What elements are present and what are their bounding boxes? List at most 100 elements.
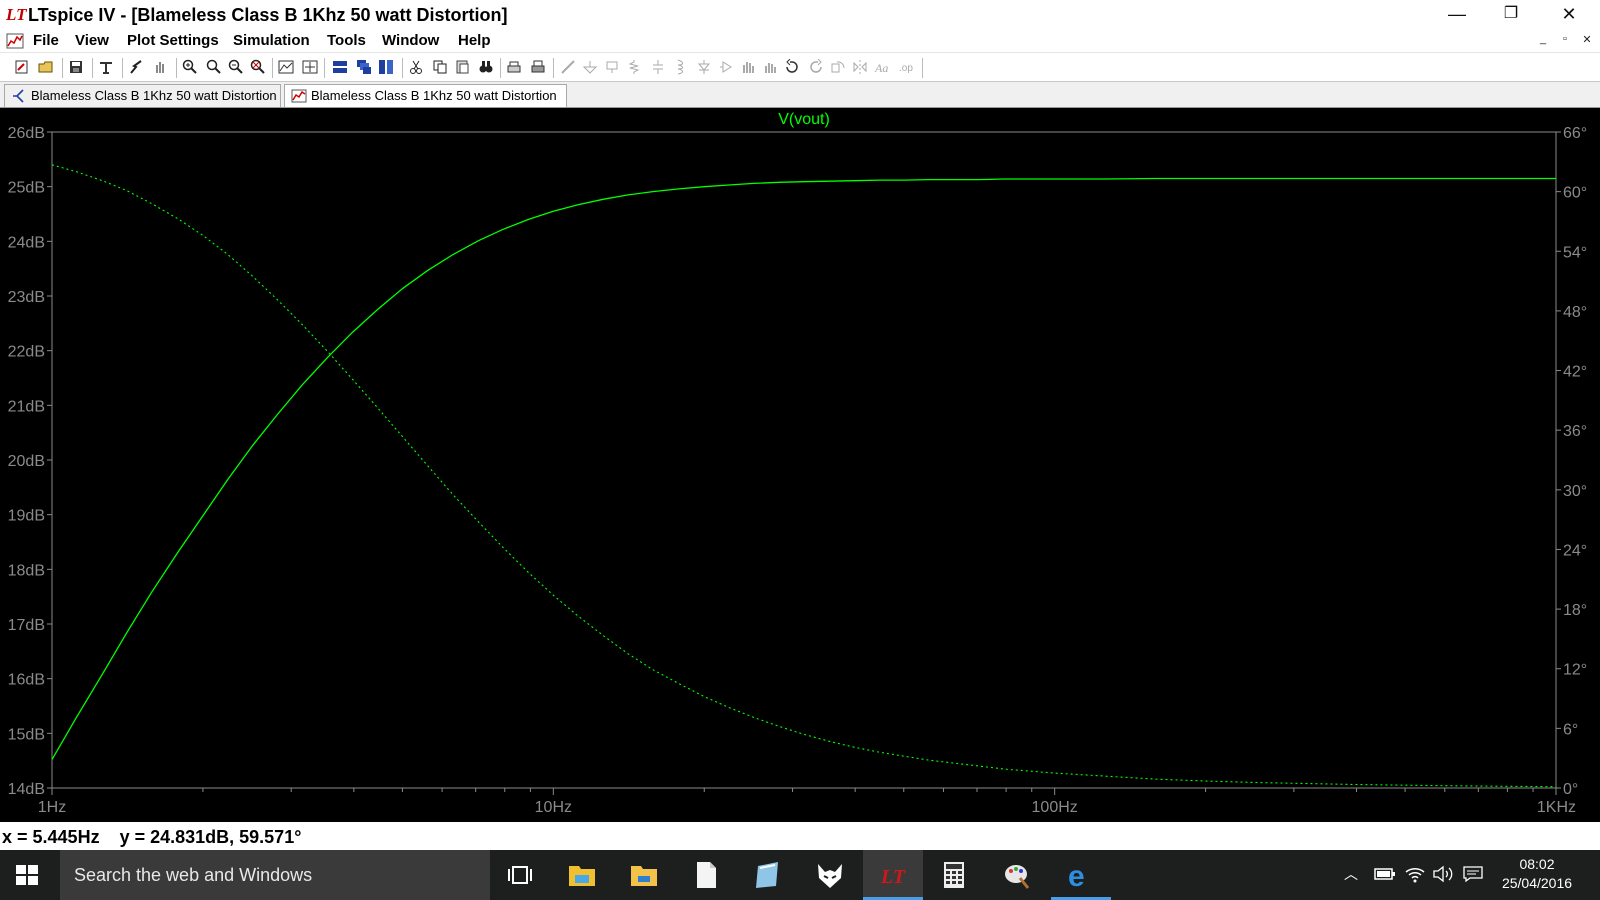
battery-icon[interactable] bbox=[1374, 866, 1396, 882]
restore-button[interactable]: ❐ bbox=[1488, 0, 1534, 30]
y-axis-left: 26dB 25dB 24dB 23dB 22dB 21dB 20dB 19dB 18dB 17dB… bbox=[8, 125, 52, 798]
menu-file[interactable]: File bbox=[33, 32, 59, 49]
waveform-plot[interactable]: V(vout) 26dB 25dB 24dB 23dB 22dB 21dB 20dB 19dB… bbox=[0, 108, 1600, 822]
y-axis-right: 66° 60° 54° 48° 42° 36° 30° 24° 18° 12° 6° 0° bbox=[1556, 125, 1587, 798]
tab-schematic[interactable]: Blameless Class B 1Khz 50 watt Distortio… bbox=[4, 84, 281, 107]
title-bar: LT LTspice IV - [Blameless Class B 1Khz … bbox=[0, 0, 1600, 30]
edge-icon[interactable]: e bbox=[1060, 858, 1100, 892]
trace-label-vout[interactable]: V(vout) bbox=[778, 111, 830, 128]
halt-icon[interactable] bbox=[152, 59, 168, 75]
toolbar: Aa .op bbox=[0, 52, 1600, 82]
x-tick-label: 1KHz bbox=[1537, 799, 1576, 816]
waveform-document-icon[interactable] bbox=[6, 32, 24, 50]
windows-start-icon[interactable] bbox=[16, 865, 38, 885]
copy-icon[interactable] bbox=[432, 59, 448, 75]
file-explorer-icon[interactable] bbox=[562, 858, 602, 892]
y-tick-label: 16dB bbox=[8, 672, 45, 689]
x-tick-label: 100Hz bbox=[1032, 799, 1078, 816]
wire-icon[interactable] bbox=[560, 59, 576, 75]
rotate-icon[interactable] bbox=[830, 59, 846, 75]
drag-icon[interactable] bbox=[762, 59, 778, 75]
plot-frame bbox=[51, 131, 1557, 789]
y2-tick-label: 24° bbox=[1563, 542, 1587, 559]
menu-simulation[interactable]: Simulation bbox=[233, 32, 310, 49]
print-icon[interactable] bbox=[530, 59, 546, 75]
toolbar-separator bbox=[176, 58, 177, 78]
autorange-icon[interactable] bbox=[278, 59, 294, 75]
toolbar-separator bbox=[553, 58, 554, 78]
zoom-out-icon[interactable] bbox=[228, 59, 244, 75]
document-icon[interactable] bbox=[686, 858, 726, 892]
zoom-extent-icon[interactable] bbox=[206, 59, 222, 75]
resistor-icon[interactable] bbox=[626, 59, 642, 75]
y2-tick-label: 60° bbox=[1563, 185, 1587, 202]
menu-tools[interactable]: Tools bbox=[327, 32, 366, 49]
y2-tick-label: 48° bbox=[1563, 304, 1587, 321]
paste-icon[interactable] bbox=[454, 59, 470, 75]
control-panel-icon[interactable] bbox=[98, 59, 114, 75]
x-tick-label: 1Hz bbox=[38, 799, 66, 816]
toolbar-separator bbox=[922, 58, 923, 78]
tab-waveform[interactable]: Blameless Class B 1Khz 50 watt Distortio… bbox=[284, 84, 567, 107]
inductor-icon[interactable] bbox=[672, 59, 688, 75]
redo-icon[interactable] bbox=[808, 59, 824, 75]
mdi-close-button[interactable]: ✕ bbox=[1579, 33, 1595, 46]
ground-icon[interactable] bbox=[582, 59, 598, 75]
zoom-cancel-icon[interactable] bbox=[250, 59, 266, 75]
task-view-icon[interactable] bbox=[500, 858, 540, 892]
tile-horizontal-icon[interactable] bbox=[332, 59, 348, 75]
notepad-icon[interactable] bbox=[748, 858, 788, 892]
cut-icon[interactable] bbox=[408, 59, 424, 75]
ltspice-icon[interactable]: LT bbox=[873, 858, 913, 892]
new-schematic-icon[interactable] bbox=[14, 59, 30, 75]
mdi-restore-button[interactable]: ▫ bbox=[1557, 33, 1573, 45]
tile-vertical-icon[interactable] bbox=[378, 59, 394, 75]
clock-date: 25/04/2016 bbox=[1501, 875, 1573, 891]
mark-data-icon[interactable] bbox=[302, 59, 318, 75]
minimize-button[interactable]: — bbox=[1434, 0, 1480, 30]
zoom-in-icon[interactable] bbox=[182, 59, 198, 75]
menu-help[interactable]: Help bbox=[458, 32, 491, 49]
find-icon[interactable] bbox=[478, 59, 494, 75]
print-setup-icon[interactable] bbox=[506, 59, 522, 75]
capacitor-icon[interactable] bbox=[650, 59, 666, 75]
wifi-icon[interactable] bbox=[1404, 864, 1426, 884]
mdi-minimize-button[interactable]: _ bbox=[1535, 33, 1551, 45]
cascade-icon[interactable] bbox=[356, 59, 372, 75]
save-icon[interactable] bbox=[68, 59, 84, 75]
open-icon[interactable] bbox=[38, 59, 54, 75]
firefox-icon[interactable] bbox=[810, 858, 850, 892]
show-hidden-icons-icon[interactable]: ︿ bbox=[1344, 864, 1358, 884]
move-icon[interactable] bbox=[740, 59, 756, 75]
clock-time: 08:02 bbox=[1519, 856, 1555, 872]
y-tick-label: 23dB bbox=[8, 289, 45, 306]
spice-directive-icon[interactable]: .op bbox=[898, 59, 914, 75]
run-icon[interactable] bbox=[128, 59, 144, 75]
close-button[interactable]: ✕ bbox=[1546, 0, 1592, 30]
calculator-icon[interactable] bbox=[934, 858, 974, 892]
toolbar-separator bbox=[272, 58, 273, 78]
bode-chart[interactable]: V(vout) 26dB 25dB 24dB 23dB 22dB 21dB 20dB 19dB… bbox=[0, 108, 1600, 822]
menu-view[interactable]: View bbox=[75, 32, 109, 49]
folder-icon[interactable] bbox=[624, 858, 664, 892]
clock[interactable]: 08:02 25/04/2016 bbox=[1494, 855, 1580, 893]
y-tick-label: 24dB bbox=[8, 234, 45, 251]
undo-icon[interactable] bbox=[784, 59, 800, 75]
search-box[interactable]: Search the web and Windows bbox=[60, 850, 490, 900]
menu-plot-settings[interactable]: Plot Settings bbox=[127, 32, 219, 49]
menu-window[interactable]: Window bbox=[382, 32, 439, 49]
action-center-icon[interactable] bbox=[1462, 865, 1484, 883]
component-icon[interactable] bbox=[718, 59, 734, 75]
window-title: LTspice IV - [Blameless Class B 1Khz 50 … bbox=[28, 5, 508, 25]
menu-bar: File View Plot Settings Simulation Tools… bbox=[0, 30, 1600, 52]
diode-icon[interactable] bbox=[696, 59, 712, 75]
label-icon[interactable] bbox=[604, 59, 620, 75]
text-icon[interactable]: Aa bbox=[874, 59, 890, 75]
mirror-icon[interactable] bbox=[852, 59, 868, 75]
paint-icon[interactable] bbox=[996, 858, 1036, 892]
volume-icon[interactable] bbox=[1432, 865, 1454, 883]
trace-phase[interactable] bbox=[51, 164, 1557, 788]
y-tick-label: 19dB bbox=[8, 508, 45, 525]
trace-magnitude[interactable] bbox=[51, 177, 1556, 760]
y2-tick-label: 0° bbox=[1563, 781, 1578, 798]
